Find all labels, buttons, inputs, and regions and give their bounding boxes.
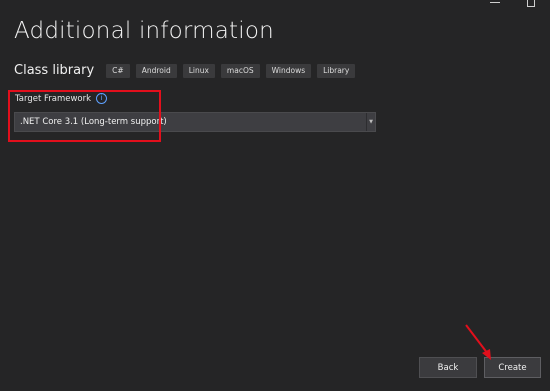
window-controls bbox=[488, 0, 538, 10]
tag-macos: macOS bbox=[220, 63, 260, 78]
tag-csharp: C# bbox=[106, 63, 130, 78]
minimize-icon[interactable] bbox=[488, 0, 502, 10]
info-icon[interactable]: i bbox=[96, 93, 108, 104]
page-title: Additional information bbox=[14, 18, 274, 44]
project-name: Class library bbox=[14, 63, 95, 78]
tag-library: Library bbox=[317, 63, 356, 78]
back-button[interactable]: Back bbox=[419, 357, 477, 378]
target-framework-value: .NET Core 3.1 (Long-term support) bbox=[20, 117, 167, 127]
tag-linux: Linux bbox=[182, 63, 215, 78]
project-summary: Class library C# Android Linux macOS Win… bbox=[14, 63, 356, 78]
target-framework-select[interactable]: .NET Core 3.1 (Long-term support) ▼ bbox=[14, 112, 376, 132]
project-tags: C# Android Linux macOS Windows Library bbox=[106, 63, 356, 78]
maximize-icon[interactable] bbox=[524, 0, 538, 10]
chevron-down-icon[interactable]: ▼ bbox=[366, 113, 375, 131]
tag-windows: Windows bbox=[265, 63, 312, 78]
create-button[interactable]: Create bbox=[484, 357, 541, 378]
target-framework-label-row: Target Framework i bbox=[15, 93, 108, 104]
tag-android: Android bbox=[135, 63, 177, 78]
target-framework-label: Target Framework bbox=[15, 93, 92, 104]
